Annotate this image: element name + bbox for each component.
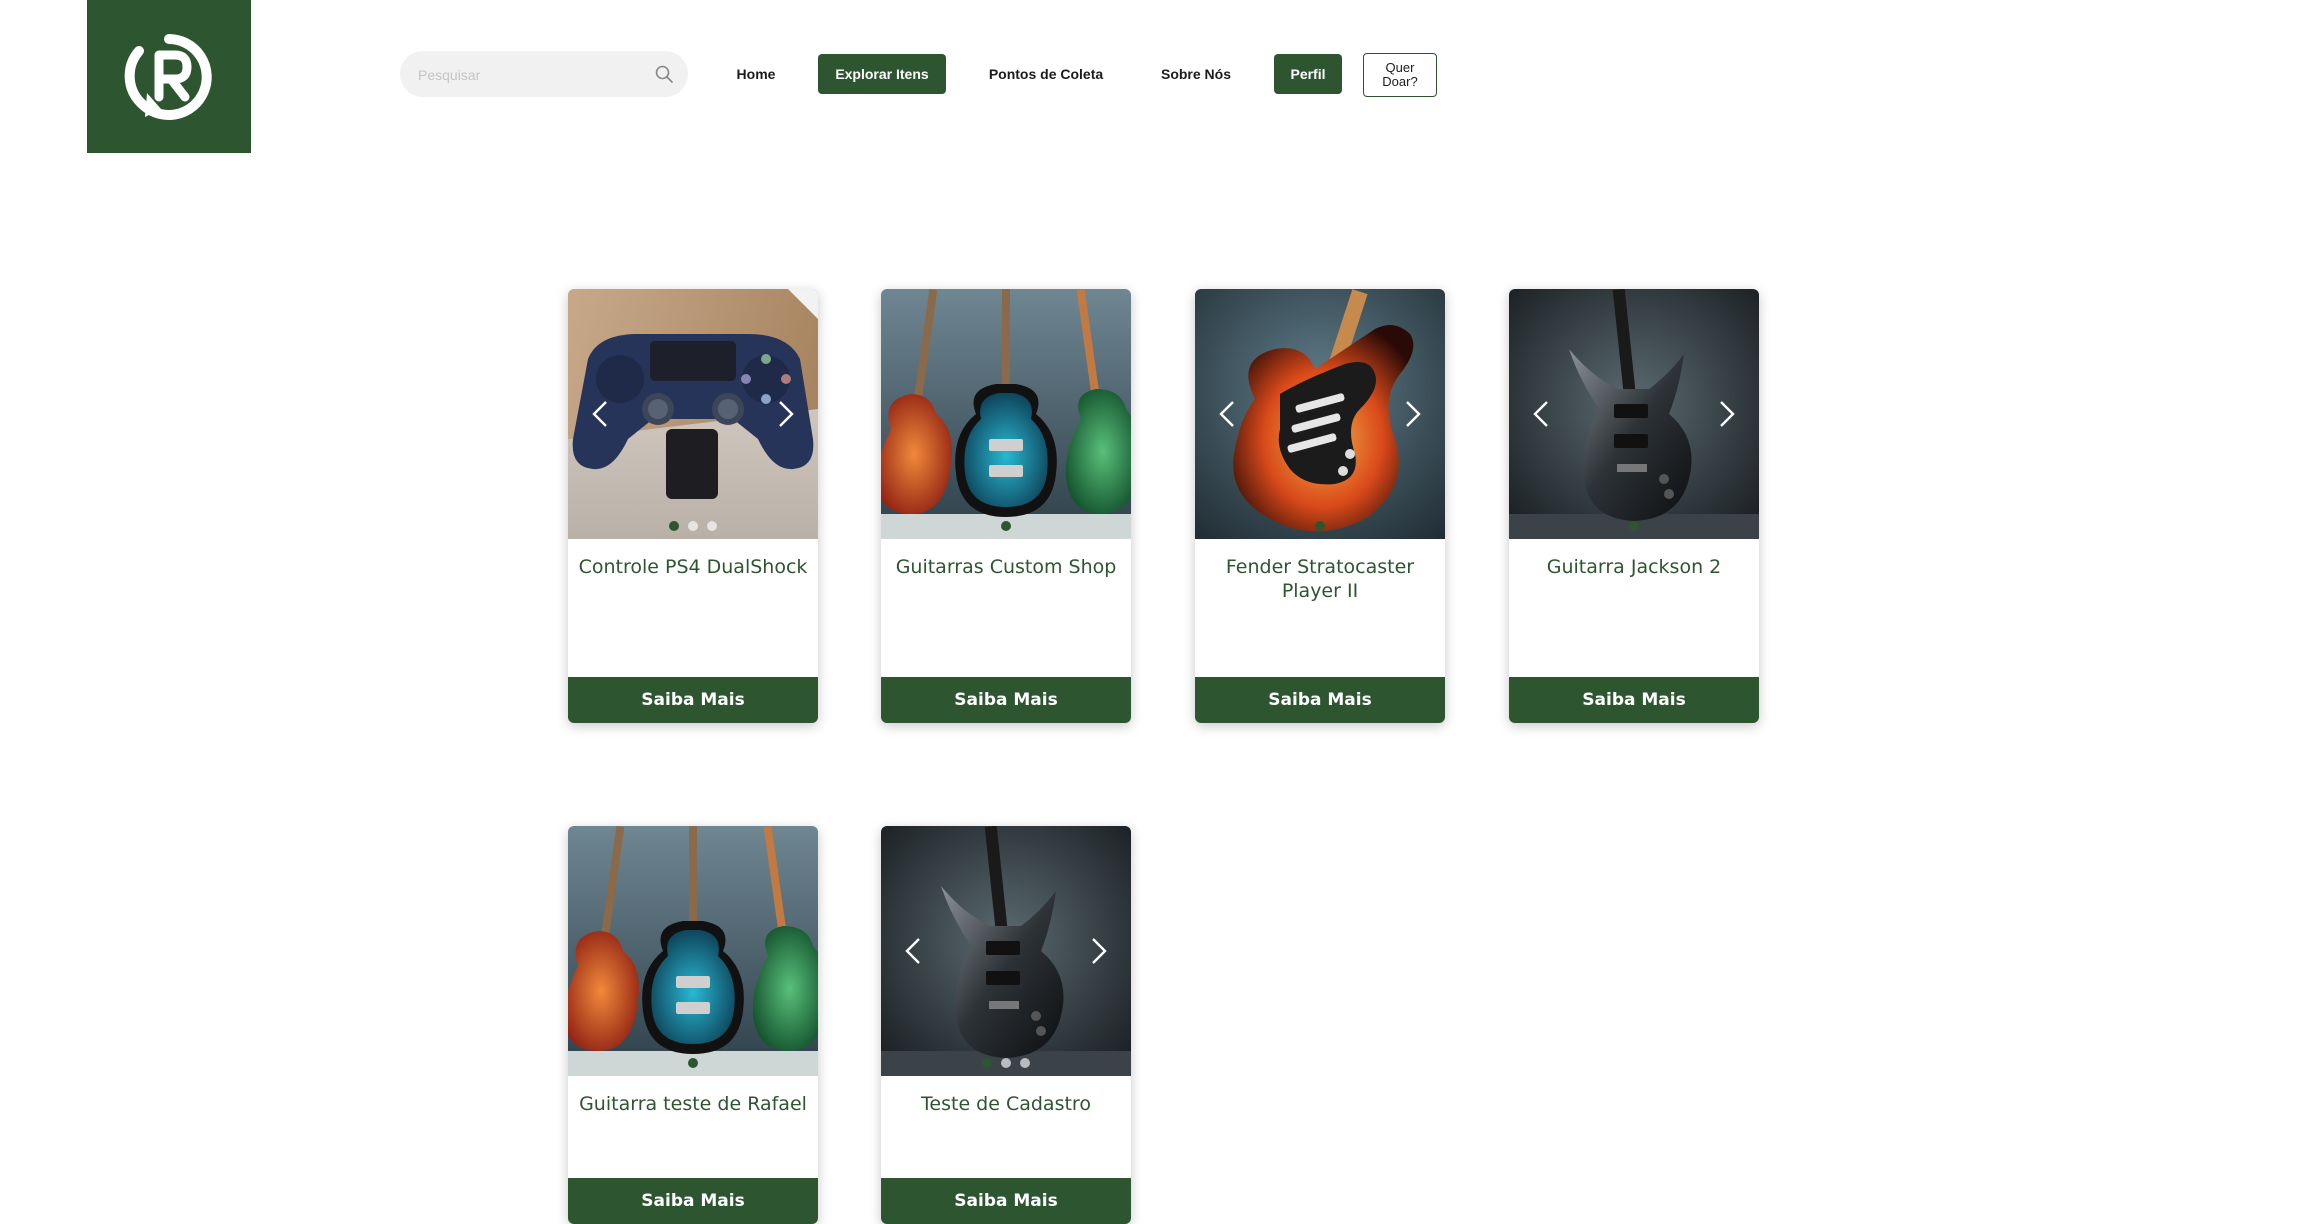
search-icon[interactable] bbox=[654, 64, 674, 84]
nav-collection-points[interactable]: Pontos de Coleta bbox=[976, 54, 1116, 94]
learn-more-button[interactable]: Saiba Mais bbox=[568, 1178, 818, 1224]
donate-label-line2: Doar? bbox=[1382, 74, 1418, 89]
learn-more-button[interactable]: Saiba Mais bbox=[1195, 677, 1445, 723]
search-bar bbox=[400, 51, 688, 99]
carousel-indicators bbox=[568, 1058, 818, 1068]
item-card: Guitarra teste de Rafael Saiba Mais bbox=[568, 826, 818, 1224]
nav-about-us[interactable]: Sobre Nós bbox=[1146, 54, 1246, 94]
item-title: Controle PS4 DualShock bbox=[578, 556, 808, 578]
item-card: Fender Stratocaster Player II Saiba Mais bbox=[1195, 289, 1445, 723]
recycle-r-logo-icon bbox=[124, 33, 212, 120]
item-image-carousel[interactable] bbox=[568, 826, 818, 1076]
carousel-next-arrow-icon[interactable] bbox=[1081, 934, 1115, 968]
three-guitars-photo bbox=[881, 289, 1131, 539]
item-title: Teste de Cadastro bbox=[921, 1093, 1091, 1115]
carousel-dot[interactable] bbox=[1001, 521, 1011, 531]
carousel-dot[interactable] bbox=[982, 1058, 992, 1068]
carousel-prev-arrow-icon[interactable] bbox=[1525, 397, 1559, 431]
item-image-carousel[interactable] bbox=[1509, 289, 1759, 539]
learn-more-button[interactable]: Saiba Mais bbox=[881, 1178, 1131, 1224]
search-input[interactable] bbox=[416, 51, 650, 99]
carousel-indicators bbox=[568, 521, 818, 531]
learn-more-button[interactable]: Saiba Mais bbox=[568, 677, 818, 723]
carousel-next-arrow-icon[interactable] bbox=[1395, 397, 1429, 431]
carousel-prev-arrow-icon[interactable] bbox=[584, 397, 618, 431]
donate-button[interactable]: Quer Doar? bbox=[1363, 53, 1437, 97]
carousel-dot[interactable] bbox=[1001, 1058, 1011, 1068]
learn-more-button[interactable]: Saiba Mais bbox=[1509, 677, 1759, 723]
carousel-dot[interactable] bbox=[1315, 521, 1325, 531]
carousel-indicators bbox=[1195, 521, 1445, 531]
item-image-carousel[interactable] bbox=[881, 826, 1131, 1076]
three-guitars-photo bbox=[568, 826, 818, 1076]
item-card: Teste de Cadastro Saiba Mais bbox=[881, 826, 1131, 1224]
carousel-dot[interactable] bbox=[1020, 1058, 1030, 1068]
carousel-prev-arrow-icon[interactable] bbox=[897, 934, 931, 968]
item-card: Guitarras Custom Shop Saiba Mais bbox=[881, 289, 1131, 723]
item-card: Guitarra Jackson 2 Saiba Mais bbox=[1509, 289, 1759, 723]
item-image-carousel[interactable] bbox=[881, 289, 1131, 539]
site-logo[interactable] bbox=[87, 0, 251, 153]
nav-profile-button[interactable]: Perfil bbox=[1274, 54, 1342, 94]
item-card: Controle PS4 DualShock Saiba Mais bbox=[568, 289, 818, 723]
carousel-dot[interactable] bbox=[688, 521, 698, 531]
carousel-next-arrow-icon[interactable] bbox=[1709, 397, 1743, 431]
nav-explore-items[interactable]: Explorar Itens bbox=[818, 54, 946, 94]
donate-label-line1: Quer bbox=[1385, 60, 1415, 75]
item-image-carousel[interactable] bbox=[568, 289, 818, 539]
learn-more-button[interactable]: Saiba Mais bbox=[881, 677, 1131, 723]
carousel-indicators bbox=[1509, 521, 1759, 531]
item-title: Guitarra teste de Rafael bbox=[579, 1093, 807, 1115]
item-image-carousel[interactable] bbox=[1195, 289, 1445, 539]
carousel-indicators bbox=[881, 1058, 1131, 1068]
carousel-dot[interactable] bbox=[1629, 521, 1639, 531]
item-title: Guitarra Jackson 2 bbox=[1546, 556, 1722, 578]
item-title: Fender Stratocaster Player II bbox=[1225, 556, 1415, 602]
carousel-indicators bbox=[881, 521, 1131, 531]
carousel-prev-arrow-icon[interactable] bbox=[1211, 397, 1245, 431]
carousel-dot[interactable] bbox=[688, 1058, 698, 1068]
carousel-dot[interactable] bbox=[707, 521, 717, 531]
nav-home[interactable]: Home bbox=[724, 54, 788, 94]
carousel-next-arrow-icon[interactable] bbox=[768, 397, 802, 431]
item-title: Guitarras Custom Shop bbox=[895, 556, 1117, 578]
carousel-dot[interactable] bbox=[669, 521, 679, 531]
